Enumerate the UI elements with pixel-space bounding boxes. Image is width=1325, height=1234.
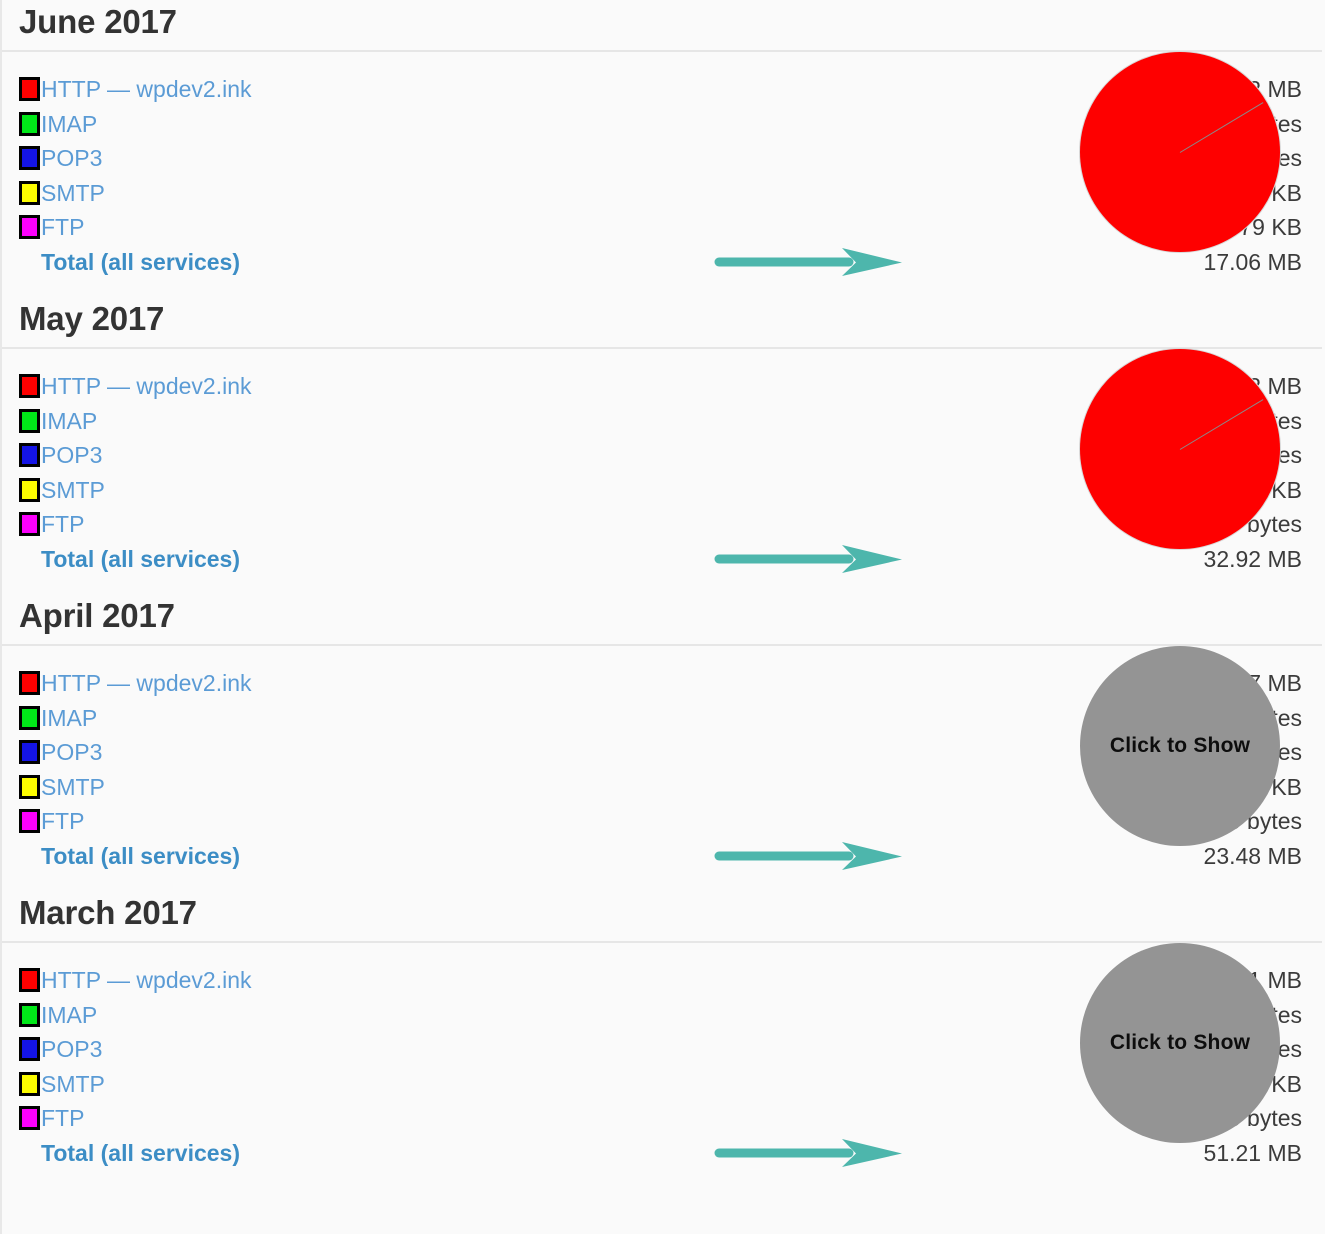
service-link-smtp[interactable]: SMTP (40, 1069, 1025, 1099)
legend-swatch-cell (2, 409, 40, 433)
service-link-http[interactable]: HTTP — wpdev2.ink (40, 965, 1025, 995)
legend-swatch-cell (2, 740, 40, 764)
month-heading: May 2017 (2, 297, 1322, 349)
service-link-ftp[interactable]: FTP (40, 212, 1025, 242)
service-rows: HTTP — wpdev2.ink16.92 MBIMAP0 bytesPOP3… (2, 52, 1325, 297)
legend-swatch-cell (2, 671, 40, 695)
service-link-ftp[interactable]: FTP (40, 1103, 1025, 1133)
pie-chart[interactable] (1080, 52, 1280, 252)
total-all-services-link[interactable]: Total (all services) (40, 841, 1025, 871)
legend-swatch-smtp-icon (19, 775, 40, 799)
legend-swatch-cell (2, 112, 40, 136)
service-link-ftp[interactable]: FTP (40, 806, 1025, 836)
click-to-show-pie-button[interactable]: Click to Show (1080, 943, 1280, 1143)
legend-swatch-ftp-icon (19, 512, 40, 536)
legend-swatch-cell (2, 146, 40, 170)
pie-chart-container (1080, 52, 1280, 252)
legend-swatch-imap-icon (19, 1003, 40, 1027)
legend-swatch-cell (2, 478, 40, 502)
legend-swatch-cell (2, 809, 40, 833)
legend-swatch-cell (2, 374, 40, 398)
month-section: April 2017HTTP — wpdev2.ink23.47 MBIMAP0… (2, 594, 1325, 891)
legend-swatch-cell (2, 77, 40, 101)
legend-swatch-ftp-icon (19, 215, 40, 239)
month-heading: March 2017 (2, 891, 1322, 943)
month-section: June 2017HTTP — wpdev2.ink16.92 MBIMAP0 … (2, 0, 1325, 297)
legend-swatch-cell (2, 1106, 40, 1130)
month-heading: April 2017 (2, 594, 1322, 646)
legend-swatch-imap-icon (19, 409, 40, 433)
service-link-smtp[interactable]: SMTP (40, 178, 1025, 208)
click-to-show-pie-button[interactable]: Click to Show (1080, 646, 1280, 846)
legend-swatch-pop3-icon (19, 740, 40, 764)
legend-swatch-pop3-icon (19, 1037, 40, 1061)
bandwidth-usage-panel: June 2017HTTP — wpdev2.ink16.92 MBIMAP0 … (0, 0, 1325, 1234)
service-link-ftp[interactable]: FTP (40, 509, 1025, 539)
service-link-pop3[interactable]: POP3 (40, 143, 1025, 173)
month-section: March 2017HTTP — wpdev2.ink51.21 MBIMAP0… (2, 891, 1325, 1188)
service-rows: HTTP — wpdev2.ink32.92 MBIMAP0 bytesPOP3… (2, 349, 1325, 594)
pie-chart-container: Click to Show (1080, 943, 1280, 1143)
legend-swatch-smtp-icon (19, 1072, 40, 1096)
service-link-smtp[interactable]: SMTP (40, 772, 1025, 802)
legend-swatch-ftp-icon (19, 809, 40, 833)
legend-swatch-http-icon (19, 671, 40, 695)
month-section: May 2017HTTP — wpdev2.ink32.92 MBIMAP0 b… (2, 297, 1325, 594)
legend-swatch-cell (2, 1072, 40, 1096)
legend-swatch-pop3-icon (19, 443, 40, 467)
legend-swatch-cell (2, 443, 40, 467)
legend-swatch-http-icon (19, 77, 40, 101)
legend-swatch-cell (2, 1037, 40, 1061)
service-link-http[interactable]: HTTP — wpdev2.ink (40, 371, 1025, 401)
legend-swatch-smtp-icon (19, 181, 40, 205)
pie-slice-divider (1180, 102, 1264, 153)
pie-chart-container: Click to Show (1080, 646, 1280, 846)
legend-swatch-cell (2, 181, 40, 205)
pie-chart[interactable] (1080, 349, 1280, 549)
legend-swatch-smtp-icon (19, 478, 40, 502)
total-all-services-link[interactable]: Total (all services) (40, 1138, 1025, 1168)
legend-swatch-ftp-icon (19, 1106, 40, 1130)
pie-chart-container (1080, 349, 1280, 549)
service-link-pop3[interactable]: POP3 (40, 440, 1025, 470)
service-link-pop3[interactable]: POP3 (40, 1034, 1025, 1064)
legend-swatch-cell (2, 1003, 40, 1027)
service-link-imap[interactable]: IMAP (40, 703, 1025, 733)
service-link-pop3[interactable]: POP3 (40, 737, 1025, 767)
service-link-imap[interactable]: IMAP (40, 406, 1025, 436)
legend-swatch-cell (2, 706, 40, 730)
total-all-services-link[interactable]: Total (all services) (40, 247, 1025, 277)
month-heading: June 2017 (2, 0, 1322, 52)
service-link-http[interactable]: HTTP — wpdev2.ink (40, 668, 1025, 698)
click-to-show-label: Click to Show (1110, 1031, 1250, 1055)
legend-swatch-pop3-icon (19, 146, 40, 170)
legend-swatch-cell (2, 775, 40, 799)
service-rows: HTTP — wpdev2.ink51.21 MBIMAP0 bytesPOP3… (2, 943, 1325, 1188)
service-link-smtp[interactable]: SMTP (40, 475, 1025, 505)
service-link-imap[interactable]: IMAP (40, 109, 1025, 139)
service-link-http[interactable]: HTTP — wpdev2.ink (40, 74, 1025, 104)
legend-swatch-http-icon (19, 968, 40, 992)
legend-swatch-cell (2, 215, 40, 239)
pie-slice-divider (1180, 399, 1264, 450)
legend-swatch-cell (2, 512, 40, 536)
legend-swatch-cell (2, 968, 40, 992)
legend-swatch-imap-icon (19, 112, 40, 136)
service-link-imap[interactable]: IMAP (40, 1000, 1025, 1030)
total-all-services-link[interactable]: Total (all services) (40, 544, 1025, 574)
service-rows: HTTP — wpdev2.ink23.47 MBIMAP0 bytesPOP3… (2, 646, 1325, 891)
legend-swatch-imap-icon (19, 706, 40, 730)
click-to-show-label: Click to Show (1110, 734, 1250, 758)
legend-swatch-http-icon (19, 374, 40, 398)
